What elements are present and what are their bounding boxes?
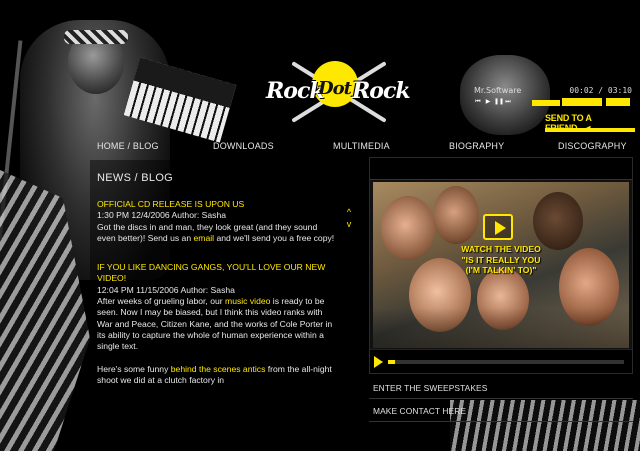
video-seek-track[interactable] [388,360,624,364]
player-controls: ⏮ ▶ ❚❚ ⏭ [474,99,512,106]
next-icon[interactable]: ⏭ [504,99,512,106]
news-section-title: NEWS / BLOG [97,172,174,184]
logo-word-3: Rock [352,78,411,104]
playlist-bar[interactable] [606,98,630,106]
volume-bar[interactable] [532,100,560,106]
video-frame[interactable]: WATCH THE VIDEO "IS IT REALLY YOU (I'M T… [373,182,629,348]
logo-word-1: Rock [266,78,325,104]
post-meta: 12:04 PM 11/15/2006 Author: Sasha [97,284,235,295]
previous-icon[interactable]: ⏮ [474,99,482,106]
dancer-face [381,196,435,260]
post-text: and we'll send you a free copy! [214,232,335,243]
video-top-bar [370,158,632,180]
nav-downloads[interactable]: DOWNLOADS [213,141,274,151]
video-play-button-icon[interactable] [374,356,383,368]
post-body: Got the discs in and man, they look grea… [97,222,337,245]
post-headline[interactable]: IF YOU LIKE DANCING GANGS, YOU'LL LOVE O… [97,262,337,285]
zebra-pattern-right [450,400,640,451]
nav-home-blog[interactable]: HOME / BLOG [97,141,159,151]
post-headline[interactable]: OFFICIAL CD RELEASE IS UPON US [97,199,337,210]
cta-line: "IS IT REALLY YOU [461,254,541,265]
scroll-down-icon[interactable]: v [343,218,355,230]
main-nav: HOME / BLOG DOWNLOADS MULTIMEDIA BIOGRAP… [0,138,640,156]
sweepstakes-link[interactable]: ENTER THE SWEEPSTAKES [373,383,487,393]
video-controls [370,349,632,373]
news-post: IF YOU LIKE DANCING GANGS, YOU'LL LOVE O… [97,262,337,386]
play-icon[interactable]: ▶ [484,99,492,106]
news-feed: OFFICIAL CD RELEASE IS UPON US 1:30 PM 1… [97,199,337,404]
headband [64,30,128,44]
post-text: Here's some funny [97,363,171,374]
pause-icon[interactable]: ❚❚ [494,99,504,106]
frame-shade [373,308,629,348]
logo-word-2: Dot [318,78,352,99]
news-post: OFFICIAL CD RELEASE IS UPON US 1:30 PM 1… [97,199,337,244]
post-body: After weeks of grueling labor, our music… [97,296,337,352]
track-time: 00:02 / 03:10 [569,86,632,95]
video-player: WATCH THE VIDEO "IS IT REALLY YOU (I'M T… [369,157,633,374]
post-text: After weeks of grueling labor, our [97,296,226,307]
music-video-link[interactable]: music video [225,296,270,306]
nav-biography[interactable]: BIOGRAPHY [449,141,504,151]
scroll-up-icon[interactable]: ^ [343,206,355,218]
site-logo[interactable]: Rock Dot Rock [262,58,411,120]
seek-bar[interactable] [562,98,602,106]
post-meta: 1:30 PM 12/4/2006 Author: Sasha [97,210,226,221]
email-link[interactable]: email [194,233,215,243]
divider [369,398,633,399]
nav-multimedia[interactable]: MULTIMEDIA [333,141,390,151]
contact-link[interactable]: MAKE CONTACT HERE [373,406,466,416]
track-name: Mr.Software [474,86,522,95]
nav-discography[interactable]: DISCOGRAPHY [558,141,627,151]
music-player: Mr.Software 00:02 / 03:10 ⏮ ▶ ❚❚ ⏭ [470,86,636,116]
dancer-face [433,186,479,244]
dancer-face [533,192,583,250]
cta-line: WATCH THE VIDEO [461,244,541,254]
post-body-2: Here's some funny behind the scenes anti… [97,364,337,387]
news-scroller: ^ v [343,206,355,230]
cta-line: (I'M TALKIN' TO)" [465,265,537,275]
divider [369,421,633,422]
video-progress [388,360,396,364]
watch-video-cta[interactable]: WATCH THE VIDEO "IS IT REALLY YOU (I'M T… [451,244,551,276]
video-play-icon[interactable] [483,214,513,240]
behind-scenes-link[interactable]: behind the scenes antics [171,364,266,374]
accent-strip [545,128,635,132]
